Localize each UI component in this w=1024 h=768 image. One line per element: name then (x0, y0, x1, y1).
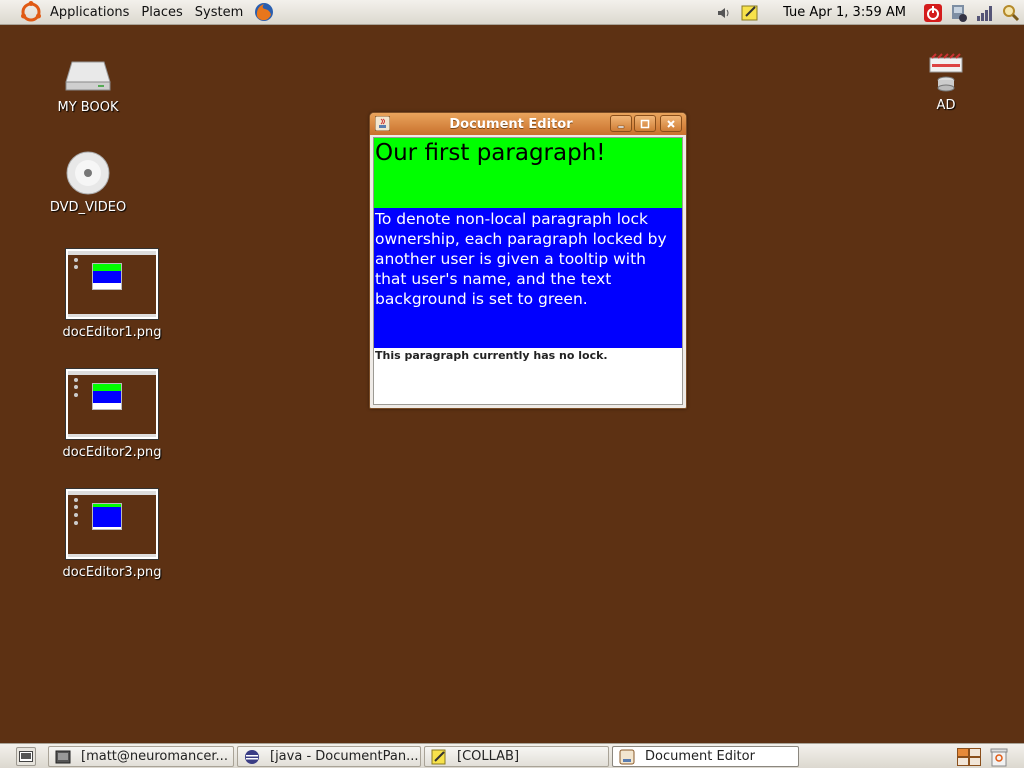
maximize-icon (640, 119, 650, 128)
menu-system[interactable]: System (189, 5, 249, 20)
desktop-icon-label: docEditor1.png (62, 325, 162, 340)
taskbar-item-terminal[interactable]: [matt@neuromancer... (48, 746, 234, 767)
network-drive-icon (929, 53, 963, 92)
desktop-icon-doceditor3[interactable]: docEditor3.png (52, 488, 172, 580)
dvd-icon (66, 151, 110, 195)
trash-icon (990, 748, 1008, 766)
desktop-icon-ad[interactable]: AD (886, 52, 1006, 113)
show-desktop-icon (19, 750, 33, 762)
eclipse-icon (245, 749, 259, 764)
taskbar-item-java-eclipse[interactable]: [java - DocumentPan... (237, 746, 421, 767)
show-desktop-button[interactable] (16, 747, 36, 766)
minimize-button[interactable] (610, 115, 632, 132)
desktop-icon-dvd-video[interactable]: DVD_VIDEO (28, 150, 148, 215)
taskbar-item-label: [java - DocumentPan... (270, 749, 419, 764)
document-editor-area[interactable]: Our first paragraph! To denote non-local… (373, 137, 683, 405)
taskbar-item-label: Document Editor (645, 749, 755, 764)
paragraph-locked-heading[interactable]: Our first paragraph! (374, 138, 682, 208)
close-button[interactable] (660, 115, 682, 132)
desktop-icon-label: docEditor2.png (62, 445, 162, 460)
taskbar-item-label: [COLLAB] (457, 749, 520, 764)
taskbar-item-document-editor[interactable]: Document Editor (612, 746, 799, 767)
desktop-icon-doceditor2[interactable]: docEditor2.png (52, 368, 172, 460)
volume-icon[interactable] (714, 3, 734, 23)
close-icon (667, 119, 675, 128)
image-thumbnail (65, 248, 159, 320)
notes-icon[interactable] (740, 3, 760, 23)
desktop-icon-label: docEditor3.png (62, 565, 162, 580)
ubuntu-logo-icon[interactable] (20, 1, 42, 23)
network-manager-icon[interactable] (949, 3, 969, 23)
bottom-panel: [matt@neuromancer... [java - DocumentPan… (0, 743, 1024, 768)
maximize-button[interactable] (634, 115, 656, 132)
workspace-switcher-icon (957, 747, 981, 766)
taskbar-item-collab[interactable]: [COLLAB] (424, 746, 609, 767)
terminal-icon (55, 750, 71, 763)
menu-applications[interactable]: Applications (44, 5, 135, 20)
image-thumbnail (65, 368, 159, 440)
desktop-icon-label: AD (936, 98, 956, 113)
firefox-icon[interactable] (253, 1, 275, 23)
trash[interactable] (988, 746, 1010, 767)
system-tray: Tue Apr 1, 3:59 AM (711, 0, 1024, 25)
signal-strength-icon[interactable] (975, 3, 995, 23)
minimize-icon (617, 125, 625, 128)
desktop-icon-doceditor1[interactable]: docEditor1.png (52, 248, 172, 340)
desktop-icon-my-book[interactable]: MY BOOK (28, 52, 148, 115)
paragraph-locked-body[interactable]: To denote non-local paragraph lock owner… (374, 208, 682, 348)
desktop-icon-label: DVD_VIDEO (49, 200, 127, 215)
power-icon[interactable] (923, 3, 943, 23)
menu-places[interactable]: Places (135, 5, 188, 20)
window-titlebar[interactable]: Document Editor (370, 113, 686, 135)
document-editor-window[interactable]: Document Editor Our first paragraph! To … (369, 112, 687, 409)
search-icon[interactable] (1001, 3, 1021, 23)
drive-icon (65, 61, 111, 91)
desktop-icon-label: MY BOOK (57, 100, 119, 115)
taskbar-item-label: [matt@neuromancer... (81, 749, 228, 764)
workspace-switcher[interactable] (956, 746, 982, 767)
java-icon[interactable] (375, 116, 390, 131)
java-icon (619, 749, 635, 764)
top-panel: Applications Places System Tue Apr 1, 3:… (0, 0, 1024, 25)
text-editor-icon (431, 749, 446, 764)
clock[interactable]: Tue Apr 1, 3:59 AM (783, 5, 906, 20)
paragraph-unlocked[interactable]: This paragraph currently has no lock. (374, 348, 682, 364)
image-thumbnail (65, 488, 159, 560)
